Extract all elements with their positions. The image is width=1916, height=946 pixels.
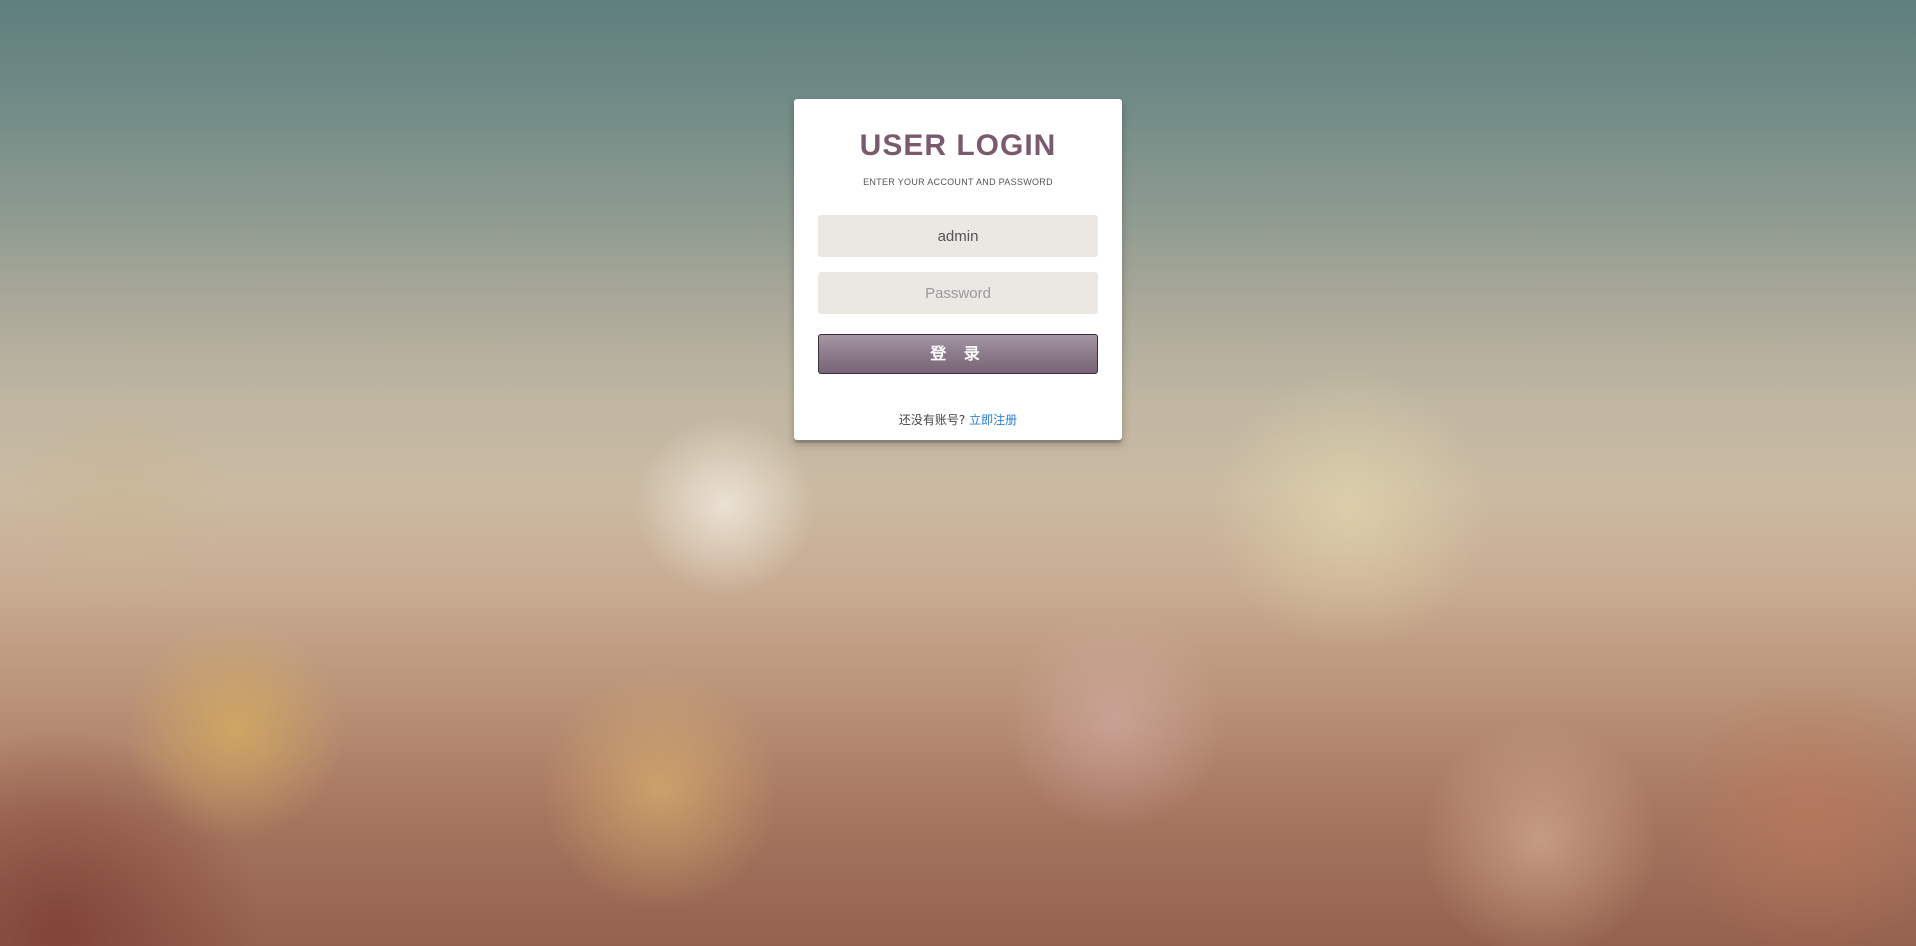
login-subtitle: ENTER YOUR ACCOUNT AND PASSWORD	[863, 177, 1053, 187]
login-title: USER LOGIN	[859, 129, 1057, 162]
register-prompt: 还没有账号?	[898, 413, 966, 427]
register-link[interactable]: 立即注册	[969, 413, 1017, 427]
username-input[interactable]	[818, 215, 1098, 257]
login-button[interactable]: 登 录	[818, 334, 1098, 374]
register-row: 还没有账号? 立即注册	[794, 411, 1122, 428]
password-input[interactable]	[818, 272, 1098, 314]
login-card: USER LOGIN ENTER YOUR ACCOUNT AND PASSWO…	[794, 99, 1122, 440]
